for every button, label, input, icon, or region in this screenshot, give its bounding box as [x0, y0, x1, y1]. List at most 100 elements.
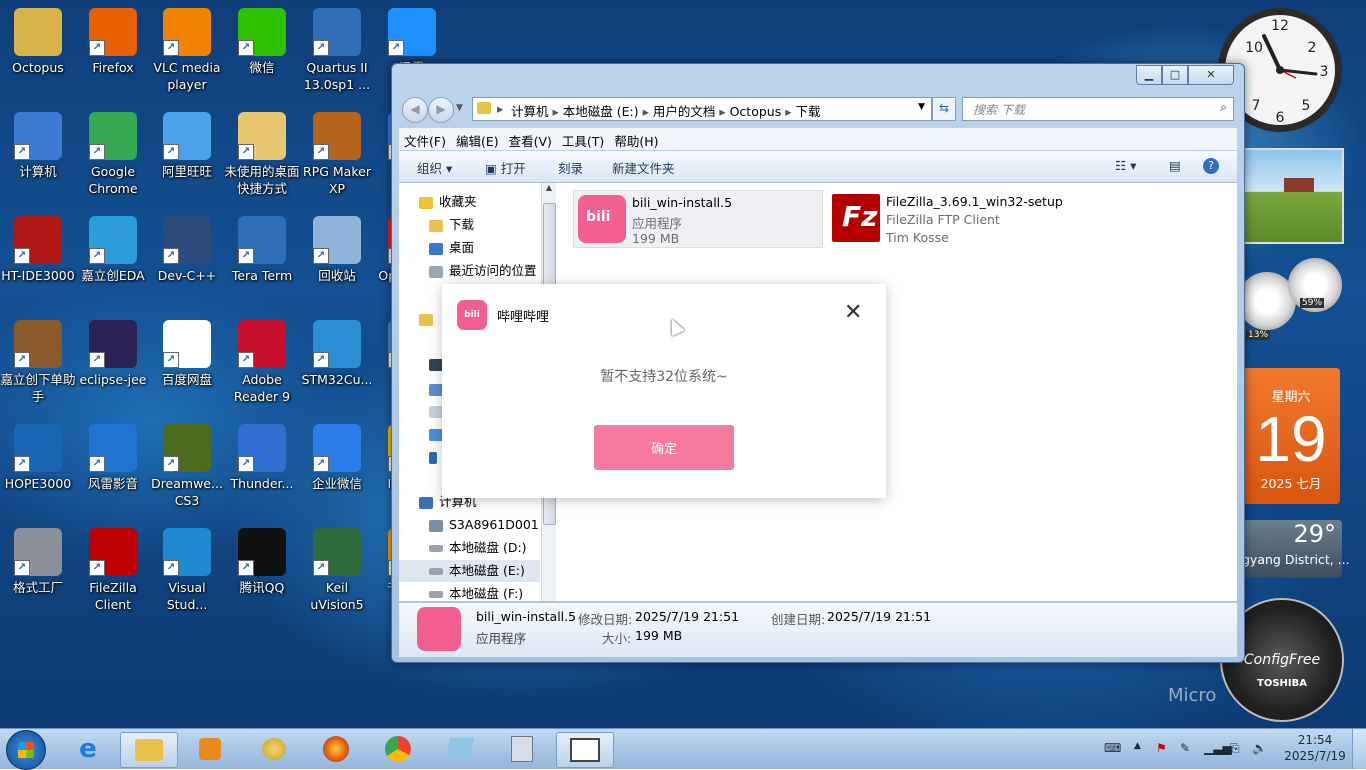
desktop-icon-jlc-bear[interactable]: ↗ 嘉立创下单助手	[0, 314, 76, 418]
breadcrumb-separator-icon[interactable]: ▸	[549, 104, 563, 119]
taskbar-firefox[interactable]	[308, 732, 364, 766]
breadcrumb-item[interactable]: 用户的文档	[653, 104, 716, 119]
desktop-icon	[429, 242, 443, 255]
breadcrumb-item[interactable]: 下载	[795, 104, 820, 119]
desktop-icon-jlc-eda[interactable]: ↗ 嘉立创EDA	[75, 210, 151, 314]
desktop-icon-folder-shortcut[interactable]: ↗ 未使用的桌面快捷方式	[224, 106, 300, 210]
scroll-up-icon[interactable]: ▲	[542, 183, 556, 192]
baidu-netdisk-icon: ↗	[163, 320, 211, 368]
desktop-icon-htide[interactable]: ↗ HT-IDE3000	[0, 210, 76, 314]
menu-edit[interactable]: 编辑(E)	[451, 128, 504, 153]
menu-tools[interactable]: 工具(T)	[557, 128, 609, 153]
drive-icon	[429, 568, 443, 575]
desktop-icon-dreamweaver[interactable]: ↗ Dreamwe... CS3	[149, 418, 225, 522]
desktop-icon-fenglei-player[interactable]: ↗ 风雷影音	[75, 418, 151, 522]
menu-file[interactable]: 文件(F)	[399, 128, 451, 153]
taskbar-notes[interactable]	[432, 732, 488, 766]
desktop-icon-thunderbird[interactable]: ↗ Thunder...	[224, 418, 300, 522]
desktop-icon-chrome[interactable]: ↗ Google Chrome	[75, 106, 151, 210]
start-button[interactable]	[6, 730, 46, 770]
desktop-icon-quartus[interactable]: ↗ Quartus II 13.0sp1 ...	[299, 2, 375, 106]
file-item-bili[interactable]: bili bili_win-install.5 应用程序 199 MB	[573, 190, 823, 248]
taskbar-paint[interactable]	[246, 732, 302, 766]
menu-help[interactable]: 帮助(H)	[609, 128, 663, 153]
nav-recent[interactable]: 最近访问的位置	[429, 260, 555, 282]
usb-icon[interactable]: ⎘	[1230, 741, 1240, 756]
desktop-icon-adobe-reader[interactable]: ↗ Adobe Reader 9	[224, 314, 300, 418]
desktop-icon-qq[interactable]: ↗ 腾讯QQ	[224, 522, 300, 626]
calendar-gadget[interactable]: 星期六 19 2025 七月	[1242, 368, 1340, 504]
cpu-meter-gadget[interactable]: 13% 59%	[1238, 258, 1342, 348]
action-center-icon[interactable]: ⚑	[1156, 741, 1167, 755]
taskbar-bili-installer[interactable]	[556, 732, 614, 768]
show-desktop-button[interactable]	[1352, 729, 1366, 769]
history-dropdown[interactable]: ▼	[456, 103, 463, 113]
nav-drive-f[interactable]: 本地磁盘 (F:)	[429, 583, 555, 601]
desktop-icon-eclipse[interactable]: ↗ eclipse-jee	[75, 314, 151, 418]
open-button[interactable]: ▣ 打开	[485, 158, 526, 177]
breadcrumb-separator-icon[interactable]: ▸	[781, 104, 795, 119]
show-hidden-icons[interactable]: ▲	[1134, 741, 1141, 751]
maximize-button[interactable]: □	[1162, 65, 1188, 85]
search-box[interactable]: 搜索 下载 ⌕	[962, 97, 1234, 121]
taskbar-chrome[interactable]	[370, 732, 426, 766]
keyboard-icon[interactable]: ⌨	[1104, 741, 1121, 755]
volume-icon[interactable]: 🔈	[1252, 741, 1267, 755]
weather-gadget[interactable]: 29° gyang District, ...	[1242, 520, 1350, 578]
dialog-close-icon[interactable]: ✕	[844, 302, 862, 324]
nav-drive-c[interactable]: S3A8961D001 (	[429, 514, 555, 536]
desktop-icon-folder-user[interactable]: Octopus	[0, 2, 76, 106]
help-icon[interactable]: ?	[1203, 158, 1219, 174]
back-button[interactable]: ◀	[402, 97, 428, 123]
desktop-icon-wechat[interactable]: ↗ 微信	[224, 2, 300, 106]
desktop-icon-rpgmaker[interactable]: ↗ RPG Maker XP	[299, 106, 375, 210]
desktop-icon-vlc[interactable]: ↗ VLC media player	[149, 2, 225, 106]
nav-drive-e[interactable]: 本地磁盘 (E:)	[399, 560, 540, 582]
desktop-icon-aliwangwang[interactable]: ↗ 阿里旺旺	[149, 106, 225, 210]
nav-desktop[interactable]: 桌面	[429, 237, 555, 259]
desktop-icon-hope3000[interactable]: ↗ HOPE3000	[0, 418, 76, 522]
address-bar[interactable]: ▸ 计算机 ▸ 本地磁盘 (E:) ▸ 用户的文档 ▸ Octopus ▸ 下载…	[472, 97, 932, 121]
file-item-filezilla[interactable]: Fz FileZilla_3.69.1_win32-setup FileZill…	[828, 190, 1088, 246]
desktop-icon-vscode[interactable]: ↗ Visual Stud...	[149, 522, 225, 626]
close-button[interactable]: ✕	[1188, 65, 1234, 85]
desktop-icon-wecom[interactable]: ↗ 企业微信	[299, 418, 375, 522]
minimize-button[interactable]: ▁	[1136, 65, 1162, 85]
desktop-icon-keil[interactable]: ↗ Keil uVision5	[299, 522, 375, 626]
desktop-icon-filezilla[interactable]: ↗ FileZilla Client	[75, 522, 151, 626]
desktop-icon-teraterm[interactable]: ↗ Tera Term	[224, 210, 300, 314]
nav-downloads[interactable]: 下载	[429, 214, 555, 236]
forward-button[interactable]: ▶	[428, 97, 454, 123]
organize-button[interactable]: 组织 ▾	[417, 158, 452, 177]
desktop-icon-recycle-bin[interactable]: ↗ 回收站	[299, 210, 375, 314]
breadcrumb-item[interactable]: 计算机	[511, 104, 549, 119]
desktop-icon-firefox[interactable]: ↗ Firefox	[75, 2, 151, 106]
nav-favorites[interactable]: 收藏夹	[419, 191, 555, 213]
desktop-icon-stm32cube[interactable]: ↗ STM32Cu...	[299, 314, 375, 418]
taskbar-ie[interactable]: e	[60, 732, 116, 766]
taskbar-media-player[interactable]	[182, 732, 238, 766]
slideshow-gadget[interactable]	[1242, 148, 1344, 244]
desktop-icon-baidu-netdisk[interactable]: ↗ 百度网盘	[149, 314, 225, 418]
view-options-icon[interactable]: ☷ ▾	[1115, 158, 1136, 173]
desktop-icon-format-factory[interactable]: ↗ 格式工厂	[0, 522, 76, 626]
nav-drive-d[interactable]: 本地磁盘 (D:)	[429, 537, 555, 559]
taskbar-explorer[interactable]	[120, 732, 178, 768]
new-folder-button[interactable]: 新建文件夹	[612, 158, 675, 177]
breadcrumb-separator-icon[interactable]: ▸	[639, 104, 653, 119]
network-signal-icon[interactable]: ▁▃▅	[1204, 741, 1232, 755]
desktop-icon-devcpp[interactable]: ↗ Dev-C++	[149, 210, 225, 314]
desktop-icon-computer[interactable]: ↗ 计算机	[0, 106, 76, 210]
refresh-button[interactable]: ⇆	[932, 97, 956, 121]
burn-button[interactable]: 刻录	[558, 158, 583, 177]
ok-button[interactable]: 确定	[594, 425, 734, 470]
pin-icon[interactable]: ✎	[1180, 741, 1190, 755]
taskbar-calculator[interactable]	[494, 732, 550, 766]
breadcrumb-item[interactable]: 本地磁盘 (E:)	[563, 104, 639, 119]
address-dropdown-icon[interactable]: ▼	[918, 102, 925, 112]
menu-view[interactable]: 查看(V)	[504, 128, 557, 153]
system-clock[interactable]: 21:54 2025/7/19	[1284, 732, 1346, 764]
preview-pane-icon[interactable]: ▤	[1169, 158, 1181, 173]
breadcrumb-item[interactable]: Octopus	[730, 104, 782, 119]
breadcrumb-separator-icon[interactable]: ▸	[715, 104, 729, 119]
